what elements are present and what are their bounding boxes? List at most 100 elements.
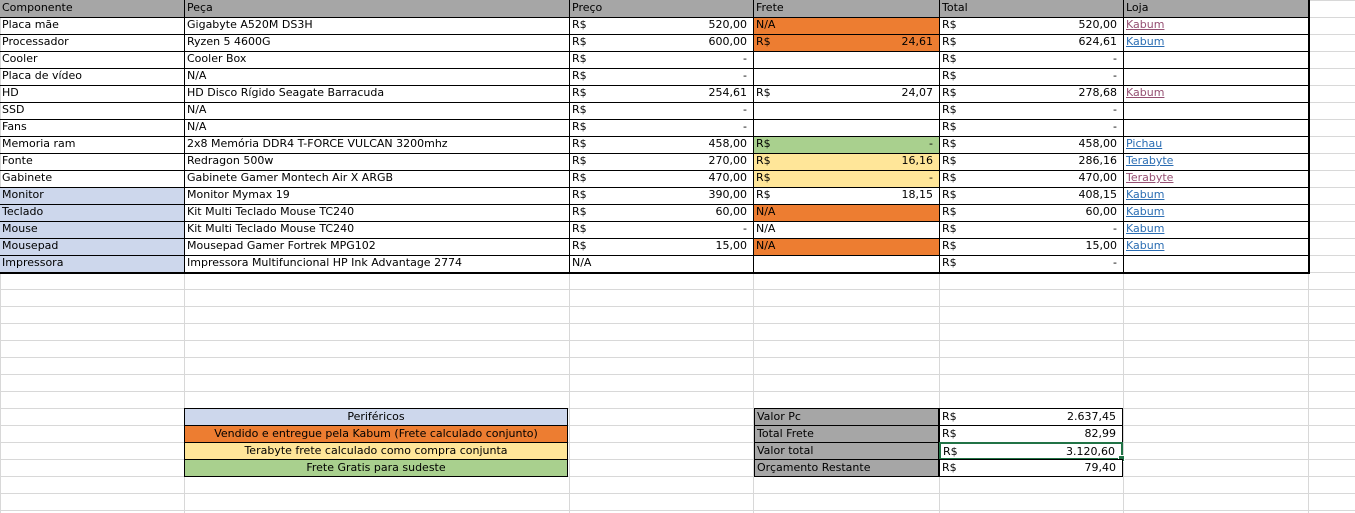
component-cell[interactable]: Cooler <box>0 51 184 68</box>
frete-cell[interactable]: N/A <box>754 238 939 255</box>
preco-cell[interactable]: R$ - <box>570 119 753 136</box>
peca-cell[interactable]: Monitor Mymax 19 <box>185 187 569 204</box>
total-cell[interactable]: R$ 408,15 <box>940 187 1123 204</box>
loja-cell[interactable] <box>1124 51 1308 68</box>
frete-cell[interactable] <box>754 68 939 85</box>
total-cell[interactable]: R$ - <box>940 102 1123 119</box>
peca-cell[interactable]: N/A <box>185 102 569 119</box>
component-cell[interactable]: Placa mãe <box>0 17 184 34</box>
preco-cell[interactable]: R$ - <box>570 221 753 238</box>
summary-label-cell[interactable]: Valor total <box>754 442 939 460</box>
loja-cell[interactable]: Kabum <box>1124 221 1308 238</box>
store-link[interactable]: Kabum <box>1126 205 1164 218</box>
store-link[interactable]: Pichau <box>1126 137 1162 150</box>
total-cell[interactable]: R$ - <box>940 68 1123 85</box>
preco-cell[interactable]: R$ 470,00 <box>570 170 753 187</box>
component-cell[interactable]: Mousepad <box>0 238 184 255</box>
preco-cell[interactable]: R$ - <box>570 68 753 85</box>
preco-cell[interactable]: R$ 458,00 <box>570 136 753 153</box>
loja-cell[interactable] <box>1124 102 1308 119</box>
peca-cell[interactable]: Mousepad Gamer Fortrek MPG102 <box>185 238 569 255</box>
legend-item[interactable]: Vendido e entregue pela Kabum (Frete cal… <box>184 425 568 443</box>
store-link[interactable]: Terabyte <box>1126 171 1173 184</box>
total-cell[interactable]: R$ 278,68 <box>940 85 1123 102</box>
header-cell[interactable]: Componente <box>0 0 184 17</box>
frete-cell[interactable]: R$ 24,07 <box>754 85 939 102</box>
peca-cell[interactable]: Impressora Multifuncional HP Ink Advanta… <box>185 255 569 272</box>
total-cell[interactable]: R$ - <box>940 119 1123 136</box>
store-link[interactable]: Kabum <box>1126 86 1164 99</box>
preco-cell[interactable]: R$ - <box>570 51 753 68</box>
frete-cell[interactable]: N/A <box>754 17 939 34</box>
component-cell[interactable]: Impressora <box>0 255 184 272</box>
peca-cell[interactable]: HD Disco Rígido Seagate Barracuda <box>185 85 569 102</box>
total-cell[interactable]: R$ 15,00 <box>940 238 1123 255</box>
preco-cell[interactable]: R$ 390,00 <box>570 187 753 204</box>
preco-cell[interactable]: R$ 254,61 <box>570 85 753 102</box>
peca-cell[interactable]: Gigabyte A520M DS3H <box>185 17 569 34</box>
component-cell[interactable]: Teclado <box>0 204 184 221</box>
loja-cell[interactable]: Kabum <box>1124 238 1308 255</box>
frete-cell[interactable]: R$ 18,15 <box>754 187 939 204</box>
total-cell[interactable]: R$ 286,16 <box>940 153 1123 170</box>
loja-cell[interactable]: Kabum <box>1124 204 1308 221</box>
header-cell[interactable]: Frete <box>754 0 939 17</box>
loja-cell[interactable]: Kabum <box>1124 34 1308 51</box>
loja-cell[interactable]: Terabyte <box>1124 153 1308 170</box>
store-link[interactable]: Kabum <box>1126 18 1164 31</box>
peca-cell[interactable]: Ryzen 5 4600G <box>185 34 569 51</box>
total-cell[interactable]: R$ 520,00 <box>940 17 1123 34</box>
loja-cell[interactable]: Terabyte <box>1124 170 1308 187</box>
header-cell[interactable]: Loja <box>1124 0 1308 17</box>
preco-cell[interactable]: R$ 15,00 <box>570 238 753 255</box>
store-link[interactable]: Terabyte <box>1126 154 1173 167</box>
total-cell[interactable]: R$ 470,00 <box>940 170 1123 187</box>
peca-cell[interactable]: Redragon 500w <box>185 153 569 170</box>
component-cell[interactable]: Placa de vídeo <box>0 68 184 85</box>
component-cell[interactable]: Gabinete <box>0 170 184 187</box>
loja-cell[interactable]: Kabum <box>1124 17 1308 34</box>
total-cell[interactable]: R$ 624,61 <box>940 34 1123 51</box>
summary-value-cell[interactable]: R$ 82,99 <box>939 425 1123 443</box>
component-cell[interactable]: Processador <box>0 34 184 51</box>
peca-cell[interactable]: Cooler Box <box>185 51 569 68</box>
preco-cell[interactable]: N/A <box>570 255 753 272</box>
total-cell[interactable]: R$ - <box>940 221 1123 238</box>
loja-cell[interactable] <box>1124 68 1308 85</box>
frete-cell[interactable] <box>754 51 939 68</box>
frete-cell[interactable]: R$ 24,61 <box>754 34 939 51</box>
legend-item[interactable]: Periféricos <box>184 408 568 426</box>
peca-cell[interactable]: N/A <box>185 68 569 85</box>
component-cell[interactable]: Memoria ram <box>0 136 184 153</box>
loja-cell[interactable]: Kabum <box>1124 187 1308 204</box>
frete-cell[interactable] <box>754 102 939 119</box>
summary-value-cell[interactable]: R$ 79,40 <box>939 459 1123 477</box>
summary-label-cell[interactable]: Orçamento Restante <box>754 459 939 477</box>
summary-label-cell[interactable]: Valor Pc <box>754 408 939 426</box>
header-cell[interactable]: Preço <box>570 0 753 17</box>
preco-cell[interactable]: R$ - <box>570 102 753 119</box>
summary-label-cell[interactable]: Total Frete <box>754 425 939 443</box>
component-cell[interactable]: HD <box>0 85 184 102</box>
legend-item[interactable]: Frete Gratis para sudeste <box>184 459 568 477</box>
preco-cell[interactable]: R$ 600,00 <box>570 34 753 51</box>
frete-cell[interactable]: N/A <box>754 204 939 221</box>
total-cell[interactable]: R$ - <box>940 51 1123 68</box>
peca-cell[interactable]: Kit Multi Teclado Mouse TC240 <box>185 221 569 238</box>
loja-cell[interactable]: Kabum <box>1124 85 1308 102</box>
peca-cell[interactable]: Kit Multi Teclado Mouse TC240 <box>185 204 569 221</box>
total-cell[interactable]: R$ 458,00 <box>940 136 1123 153</box>
store-link[interactable]: Kabum <box>1126 35 1164 48</box>
frete-cell[interactable]: R$ - <box>754 170 939 187</box>
summary-value-cell[interactable]: R$ 2.637,45 <box>939 408 1123 426</box>
preco-cell[interactable]: R$ 60,00 <box>570 204 753 221</box>
component-cell[interactable]: SSD <box>0 102 184 119</box>
peca-cell[interactable]: 2x8 Memória DDR4 T-FORCE VULCAN 3200mhz <box>185 136 569 153</box>
frete-cell[interactable]: R$ 16,16 <box>754 153 939 170</box>
legend-item[interactable]: Terabyte frete calculado como compra con… <box>184 442 568 460</box>
frete-cell[interactable] <box>754 255 939 272</box>
component-cell[interactable]: Fonte <box>0 153 184 170</box>
store-link[interactable]: Kabum <box>1126 239 1164 252</box>
preco-cell[interactable]: R$ 520,00 <box>570 17 753 34</box>
total-cell[interactable]: R$ 60,00 <box>940 204 1123 221</box>
